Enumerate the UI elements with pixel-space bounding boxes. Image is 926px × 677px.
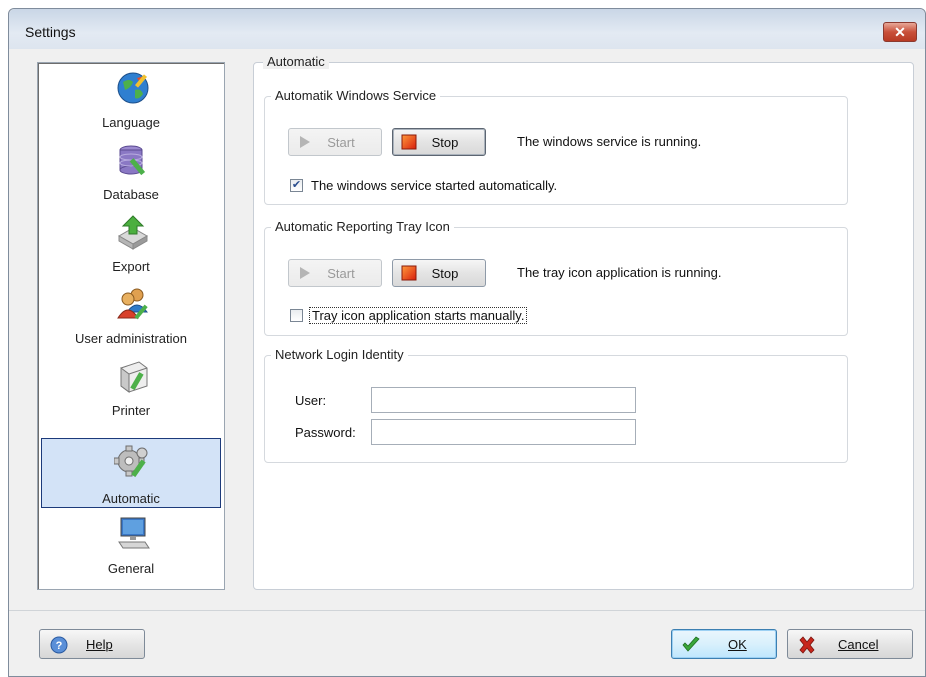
panel-title: Automatic xyxy=(263,54,329,69)
dialog-body: Language Database Export User administra… xyxy=(9,49,925,676)
sidebar-item-export[interactable]: Export xyxy=(42,211,220,281)
printer-icon xyxy=(120,361,148,393)
user-label: User: xyxy=(295,393,327,408)
tray-manual-start-label[interactable]: Tray icon application starts manually. xyxy=(309,307,528,324)
settings-window: Settings ✕ Language Database Export User… xyxy=(8,8,926,677)
ok-label: OK xyxy=(728,637,747,652)
footer-separator xyxy=(9,610,925,611)
export-icon xyxy=(117,215,149,250)
service-status-text: The windows service is running. xyxy=(517,134,702,149)
help-label: Help xyxy=(86,637,113,652)
group-title: Network Login Identity xyxy=(271,347,408,362)
sidebar-item-label: Export xyxy=(112,259,150,274)
window-title: Settings xyxy=(25,24,76,40)
computer-icon xyxy=(118,517,150,549)
sidebar-item-language[interactable]: Language xyxy=(42,67,220,137)
tray-icon-group: Automatic Reporting Tray Icon Start Stop… xyxy=(264,219,848,336)
password-label: Password: xyxy=(295,425,356,440)
sidebar-item-label: General xyxy=(107,561,155,576)
stop-label: Stop xyxy=(431,265,459,281)
tray-status-text: The tray icon application is running. xyxy=(517,265,722,280)
cancel-button[interactable]: Cancel xyxy=(787,629,913,659)
start-label: Start xyxy=(327,265,355,281)
sidebar-item-database[interactable]: Database xyxy=(42,139,220,209)
title-bar: Settings ✕ xyxy=(9,9,925,49)
sidebar-item-printer[interactable]: Printer xyxy=(42,355,220,425)
network-login-group: Network Login Identity User: Password: xyxy=(264,347,848,463)
sidebar-item-label: Database xyxy=(103,187,159,202)
sidebar-item-general[interactable]: General xyxy=(42,513,220,583)
service-stop-button[interactable]: Stop xyxy=(392,128,486,156)
gear-icon xyxy=(114,445,148,478)
sidebar-item-label: Printer xyxy=(111,403,151,418)
close-button[interactable]: ✕ xyxy=(883,22,917,42)
sidebar-item-label: Automatic xyxy=(102,491,160,506)
sidebar-item-user-administration[interactable]: User administration xyxy=(42,283,220,353)
stop-label: Stop xyxy=(431,134,459,150)
password-input[interactable] xyxy=(371,419,636,445)
user-input[interactable] xyxy=(371,387,636,413)
category-list: Language Database Export User administra… xyxy=(37,62,225,590)
sidebar-item-label: User administration xyxy=(75,331,187,346)
tray-manual-start-checkbox[interactable] xyxy=(290,309,303,322)
start-label: Start xyxy=(327,134,355,150)
windows-service-group: Automatik Windows Service Start Stop The… xyxy=(264,88,848,205)
database-icon xyxy=(119,145,146,176)
sidebar-item-automatic[interactable]: Automatic xyxy=(41,438,221,508)
group-title: Automatik Windows Service xyxy=(271,88,441,103)
service-start-button[interactable]: Start xyxy=(288,128,382,156)
tray-start-button[interactable]: Start xyxy=(288,259,382,287)
globe-icon xyxy=(117,72,149,104)
tray-stop-button[interactable]: Stop xyxy=(392,259,486,287)
sidebar-item-label: Language xyxy=(102,115,160,130)
cross-icon xyxy=(799,636,815,654)
users-icon xyxy=(117,288,148,320)
close-icon: ✕ xyxy=(894,23,906,40)
help-button[interactable]: ? Help xyxy=(39,629,145,659)
checkmark-icon xyxy=(682,636,700,652)
help-icon: ? xyxy=(50,636,68,654)
service-auto-start-checkbox[interactable]: ✔ xyxy=(290,179,303,192)
svg-text:?: ? xyxy=(56,640,63,652)
group-title: Automatic Reporting Tray Icon xyxy=(271,219,454,234)
ok-button[interactable]: OK xyxy=(671,629,777,659)
cancel-label: Cancel xyxy=(838,637,879,652)
service-auto-start-label[interactable]: The windows service started automaticall… xyxy=(311,178,557,193)
